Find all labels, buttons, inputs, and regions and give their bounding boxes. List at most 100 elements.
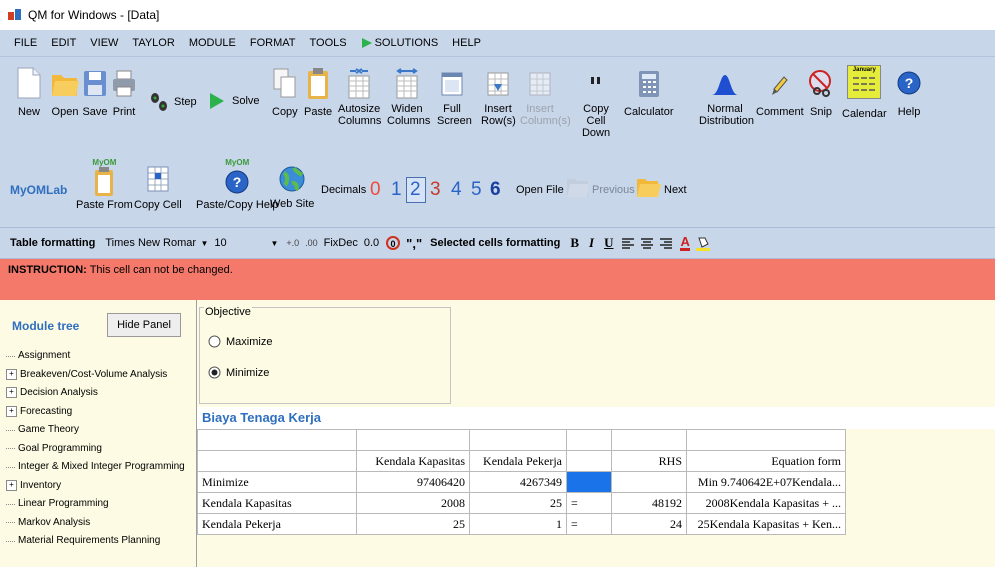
table-cell[interactable] xyxy=(686,429,846,451)
widen-columns-button[interactable]: Widen Columns xyxy=(387,67,430,127)
table-cell[interactable]: Equation form xyxy=(686,450,846,472)
decimals-3[interactable]: 3 xyxy=(430,179,441,201)
paste-button[interactable]: Paste xyxy=(304,67,332,118)
table-cell[interactable]: 1 xyxy=(469,513,567,535)
open-button[interactable]: Open xyxy=(50,67,80,118)
table-cell[interactable] xyxy=(566,450,612,472)
table-cell[interactable]: Kendala Kapasitas xyxy=(356,450,470,472)
calculator-button[interactable]: Calculator xyxy=(624,67,674,118)
comma-format-button[interactable]: "," xyxy=(406,236,422,251)
menu-format[interactable]: FORMAT xyxy=(243,37,303,49)
myomlab-label[interactable]: MyOMLab xyxy=(10,183,67,197)
new-button[interactable]: New xyxy=(16,67,42,118)
copy-cell-button[interactable]: Copy Cell xyxy=(134,165,182,211)
tree-item[interactable]: Assignment xyxy=(6,350,70,361)
table-cell[interactable] xyxy=(197,429,357,451)
comment-button[interactable]: Comment xyxy=(756,67,804,118)
no-zero-icon[interactable]: 0 xyxy=(386,236,401,250)
decimals-6[interactable]: 6 xyxy=(490,179,501,201)
fix-dec-button[interactable]: FixDec xyxy=(324,237,358,249)
table-cell[interactable]: 25 xyxy=(469,492,567,514)
expand-plus-icon[interactable]: + xyxy=(6,479,17,491)
table-cell[interactable] xyxy=(356,429,470,451)
decimals-0[interactable]: 0 xyxy=(370,179,381,201)
paste-copy-help-button[interactable]: MyOM ? Paste/Copy Help xyxy=(196,159,279,212)
copy-cell-down-button[interactable]: Copy Cell Down xyxy=(582,67,610,139)
tree-item[interactable]: + Forecasting xyxy=(6,405,72,417)
table-cell[interactable]: Kendala Pekerja xyxy=(197,513,357,535)
fill-color-icon[interactable] xyxy=(695,235,710,251)
solve-button[interactable]: Solve xyxy=(208,91,260,111)
web-site-button[interactable]: Web Site xyxy=(270,163,314,210)
expand-plus-icon[interactable]: + xyxy=(6,368,17,380)
calendar-button[interactable]: January Calendar xyxy=(842,65,887,120)
table-cell[interactable]: = xyxy=(566,513,612,535)
table-cell[interactable] xyxy=(469,429,567,451)
normal-distribution-button[interactable]: Normal Distribution xyxy=(699,67,754,127)
tree-item[interactable]: + Breakeven/Cost-Volume Analysis xyxy=(6,368,167,380)
decimals-1[interactable]: 1 xyxy=(391,179,402,201)
table-cell[interactable]: 4267349 xyxy=(469,471,567,493)
print-button[interactable]: Print xyxy=(111,67,137,118)
table-cell[interactable] xyxy=(611,471,687,493)
autosize-columns-button[interactable]: Autosize Columns xyxy=(338,67,381,127)
minimize-radio[interactable] xyxy=(208,366,221,379)
bold-button[interactable]: B xyxy=(570,235,579,251)
table-cell[interactable] xyxy=(197,450,357,472)
table-cell[interactable]: Minimize xyxy=(197,471,357,493)
next-button[interactable]: Next xyxy=(664,184,687,196)
font-select[interactable]: Times New Romar ▼ xyxy=(105,234,208,252)
tree-item[interactable]: Goal Programming xyxy=(6,443,102,454)
tree-item[interactable]: Markov Analysis xyxy=(6,517,90,528)
step-button[interactable]: Step xyxy=(148,91,197,113)
table-cell[interactable]: 48192 xyxy=(611,492,687,514)
menu-module[interactable]: MODULE xyxy=(182,37,243,49)
tree-item[interactable]: + Decision Analysis xyxy=(6,387,98,398)
maximize-option[interactable]: Maximize xyxy=(208,335,272,348)
table-cell[interactable]: = xyxy=(566,492,612,514)
open-file-button[interactable]: Open File xyxy=(516,184,564,196)
font-size-select[interactable]: 10 ▼ xyxy=(214,234,278,252)
paste-from-button[interactable]: MyOM Paste From xyxy=(76,159,133,212)
table-cell[interactable]: 97406420 xyxy=(356,471,470,493)
table-cell[interactable] xyxy=(566,471,612,493)
align-left-icon[interactable] xyxy=(622,237,635,249)
italic-button[interactable]: I xyxy=(589,235,594,251)
table-cell[interactable]: Min 9.740642E+07Kendala... xyxy=(686,471,846,493)
snip-button[interactable]: Snip xyxy=(808,67,834,118)
table-cell[interactable]: 25 xyxy=(356,513,470,535)
table-cell[interactable] xyxy=(566,429,612,451)
table-cell[interactable]: RHS xyxy=(611,450,687,472)
decimals-4[interactable]: 4 xyxy=(451,179,462,201)
table-cell[interactable]: 2008 xyxy=(356,492,470,514)
decimals-2[interactable]: 2 xyxy=(410,179,421,201)
menu-tools[interactable]: TOOLS xyxy=(303,37,354,49)
expand-plus-icon[interactable]: + xyxy=(6,387,17,398)
insert-columns-button[interactable]: Insert Column(s) xyxy=(520,67,571,127)
save-button[interactable]: Save xyxy=(82,67,108,118)
menu-edit[interactable]: EDIT xyxy=(44,37,83,49)
align-center-icon[interactable] xyxy=(641,237,654,249)
decrease-decimal-icon[interactable]: .00 xyxy=(305,238,318,248)
increase-decimal-icon[interactable]: +.0 xyxy=(286,238,299,248)
table-cell[interactable]: Kendala Kapasitas xyxy=(197,492,357,514)
font-color-button[interactable]: A xyxy=(680,235,690,251)
zero-decimal-button[interactable]: 0.0 xyxy=(364,237,379,249)
table-cell[interactable]: Kendala Pekerja xyxy=(469,450,567,472)
minimize-option[interactable]: Minimize xyxy=(208,366,269,379)
help-button[interactable]: ? Help xyxy=(896,67,922,118)
maximize-radio[interactable] xyxy=(208,335,221,348)
menu-file[interactable]: FILE xyxy=(7,37,44,49)
decimals-5[interactable]: 5 xyxy=(471,179,482,201)
tree-item[interactable]: + Inventory xyxy=(6,479,61,491)
table-cell[interactable]: 2008Kendala Kapasitas + ... xyxy=(686,492,846,514)
insert-rows-button[interactable]: Insert Row(s) xyxy=(481,67,516,127)
full-screen-button[interactable]: Full Screen xyxy=(437,67,472,127)
copy-button[interactable]: Copy xyxy=(272,67,298,118)
previous-button[interactable]: Previous xyxy=(592,184,635,196)
menu-solutions[interactable]: SOLUTIONS xyxy=(354,37,446,49)
menu-help[interactable]: HELP xyxy=(445,37,488,49)
underline-button[interactable]: U xyxy=(604,235,613,251)
table-cell[interactable] xyxy=(611,429,687,451)
table-cell[interactable]: 25Kendala Kapasitas + Ken... xyxy=(686,513,846,535)
